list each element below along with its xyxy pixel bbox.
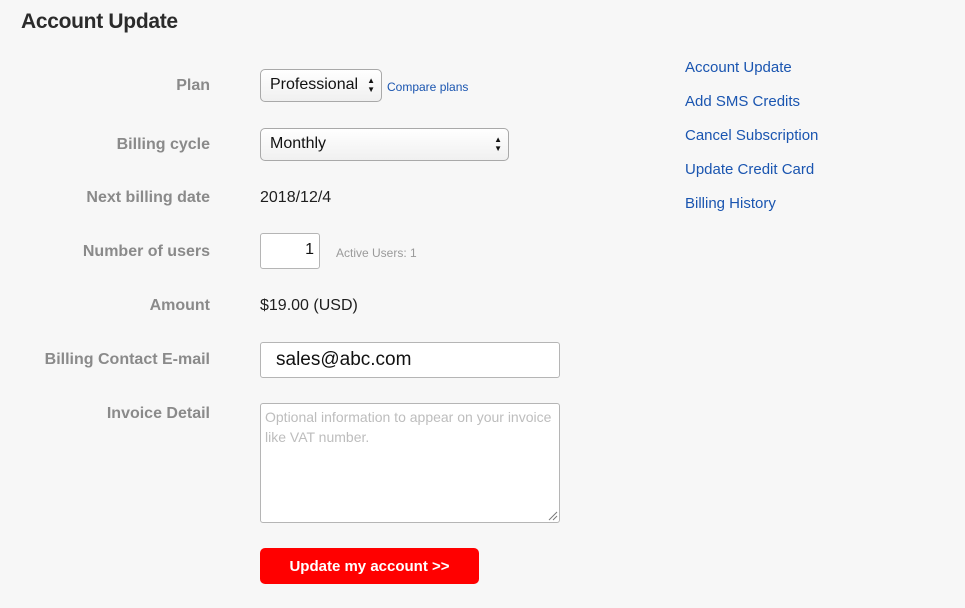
side-nav-update-credit-card[interactable]: Update Credit Card [685,160,818,194]
side-nav-cancel-subscription[interactable]: Cancel Subscription [685,126,818,160]
select-arrows-icon: ▲ ▼ [367,76,375,94]
side-nav: Account Update Add SMS Credits Cancel Su… [685,58,818,228]
billing-cycle-select[interactable]: Monthly ▲ ▼ [260,128,509,161]
amount-label: Amount [149,297,210,314]
invoice-detail-placeholder: Optional information to appear on your i… [265,409,552,445]
compare-plans-link[interactable]: Compare plans [387,80,468,94]
billing-email-label: Billing Contact E-mail [44,351,210,368]
amount-value: $19.00 (USD) [260,297,358,314]
side-nav-add-sms-credits[interactable]: Add SMS Credits [685,92,818,126]
next-billing-date-label: Next billing date [86,189,210,206]
next-billing-date-value: 2018/12/4 [260,189,332,206]
select-arrows-icon: ▲ ▼ [494,135,502,153]
number-of-users-input[interactable]: 1 [260,233,320,269]
side-nav-account-update[interactable]: Account Update [685,58,818,92]
plan-select-value: Professional [270,76,359,93]
billing-cycle-select-value: Monthly [270,135,327,152]
invoice-detail-label: Invoice Detail [106,405,210,422]
plan-label: Plan [176,77,210,94]
plan-select[interactable]: Professional ▲ ▼ [260,69,382,102]
active-users-note: Active Users: 1 [336,246,417,260]
update-account-button[interactable]: Update my account >> [260,548,479,584]
page-title: Account Update [21,10,178,33]
billing-cycle-label: Billing cycle [116,136,210,153]
resize-grip-icon[interactable] [548,511,558,521]
invoice-detail-textarea[interactable]: Optional information to appear on your i… [260,403,560,523]
number-of-users-label: Number of users [82,243,210,260]
billing-email-input[interactable]: sales@abc.com [260,342,560,378]
side-nav-billing-history[interactable]: Billing History [685,194,818,228]
